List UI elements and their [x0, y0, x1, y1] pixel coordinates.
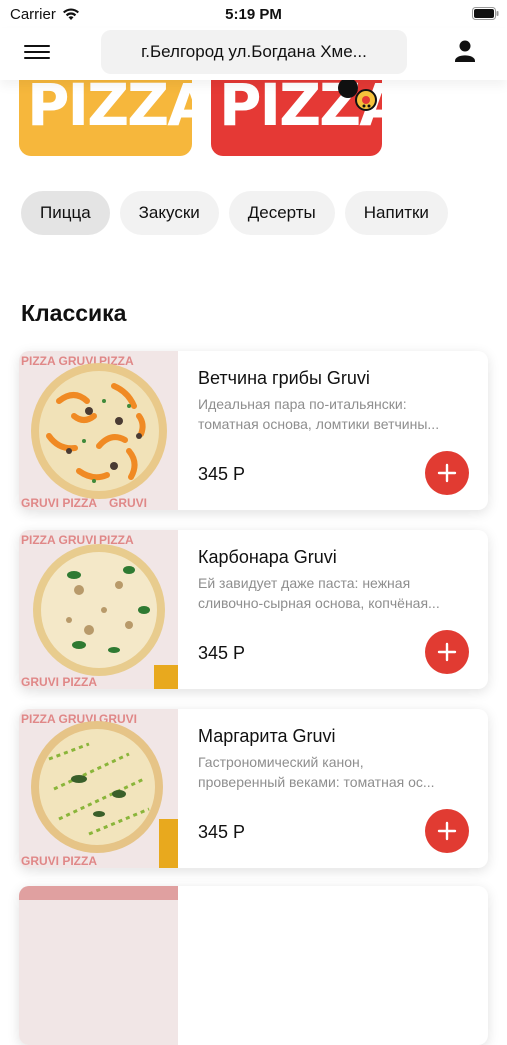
app-header: г.Белгород ул.Богдана Хме...	[0, 28, 507, 80]
tab-drinks[interactable]: Напитки	[344, 191, 448, 235]
status-time: 5:19 PM	[225, 6, 282, 23]
description-line: томатная основа, ломтики ветчины...	[198, 416, 440, 432]
plus-icon	[437, 821, 457, 841]
promo-banner[interactable]: PIZZA	[211, 80, 382, 156]
product-card[interactable]: PIZZA GRUVI GRUVI GRUVI PIZZA Маргарита G…	[19, 709, 488, 868]
add-to-cart-button[interactable]	[425, 809, 469, 853]
description-line: Гастрономический канон,	[198, 754, 364, 770]
plus-icon	[437, 463, 457, 483]
add-to-cart-button[interactable]	[425, 630, 469, 674]
product-price: 345 Р	[198, 464, 246, 484]
description-line: Ей завидует даже паста: нежная	[198, 575, 411, 591]
tab-snacks[interactable]: Закуски	[119, 191, 219, 235]
svg-text:GRUVI PIZZA: GRUVI PIZZA	[21, 496, 97, 510]
product-name: Маргарита Gruvi	[198, 726, 336, 746]
product-description: Ей завидует даже паста: нежная сливочно-…	[198, 573, 473, 613]
svg-text:PIZZA GRUVI: PIZZA GRUVI	[21, 533, 97, 547]
product-image: PIZZA GRUVI GRUVI GRUVI PIZZA	[19, 709, 178, 868]
profile-icon[interactable]	[452, 38, 478, 64]
tab-desserts[interactable]: Десерты	[228, 191, 335, 235]
svg-text:GRUVI PIZZA: GRUVI PIZZA	[21, 854, 97, 868]
product-description: Идеальная пара по-итальянски: томатная о…	[198, 394, 473, 434]
product-card[interactable]: PIZZA GRUVI PIZZA GRUVI PIZZA Карбонара G…	[19, 530, 488, 689]
description-line: Идеальная пара по-итальянски:	[198, 396, 407, 412]
product-price: 345 Р	[198, 643, 246, 663]
status-bar: Carrier 5:19 PM	[0, 0, 507, 28]
product-description: Гастрономический канон, проверенный века…	[198, 752, 473, 792]
product-name: Ветчина грибы Gruvi	[198, 368, 370, 388]
promo-banners: PIZZA PIZZA	[0, 80, 507, 170]
category-tabs: Пицца Закуски Десерты Напитки	[21, 191, 448, 236]
menu-icon[interactable]	[24, 41, 50, 65]
promo-banner[interactable]: PIZZA	[19, 80, 192, 156]
product-image	[19, 886, 178, 1045]
product-price: 345 Р	[198, 822, 246, 842]
section-title: Классика	[21, 300, 127, 326]
tab-pizza[interactable]: Пицца	[21, 191, 110, 235]
banner-label: PIZZA	[27, 80, 192, 139]
description-line: сливочно-сырная основа, копчёная...	[198, 595, 440, 611]
add-to-cart-button[interactable]	[425, 451, 469, 495]
address-selector[interactable]: г.Белгород ул.Богдана Хме...	[101, 30, 407, 74]
product-name: Карбонара Gruvi	[198, 547, 337, 567]
product-card[interactable]	[19, 886, 488, 1045]
mascot-icon	[338, 80, 377, 111]
product-image: PIZZA GRUVI PIZZA GRUVI PIZZA GRUVI	[19, 351, 178, 510]
battery-icon	[472, 7, 499, 20]
svg-text:GRUVI PIZZA: GRUVI PIZZA	[21, 675, 97, 689]
description-line: проверенный веками: томатная ос...	[198, 774, 435, 790]
product-image: PIZZA GRUVI PIZZA GRUVI PIZZA	[19, 530, 178, 689]
svg-text:GRUVI: GRUVI	[109, 496, 147, 510]
product-card[interactable]: PIZZA GRUVI PIZZA GRUVI PIZZA GRUVI Ветчин…	[19, 351, 488, 510]
plus-icon	[437, 642, 457, 662]
